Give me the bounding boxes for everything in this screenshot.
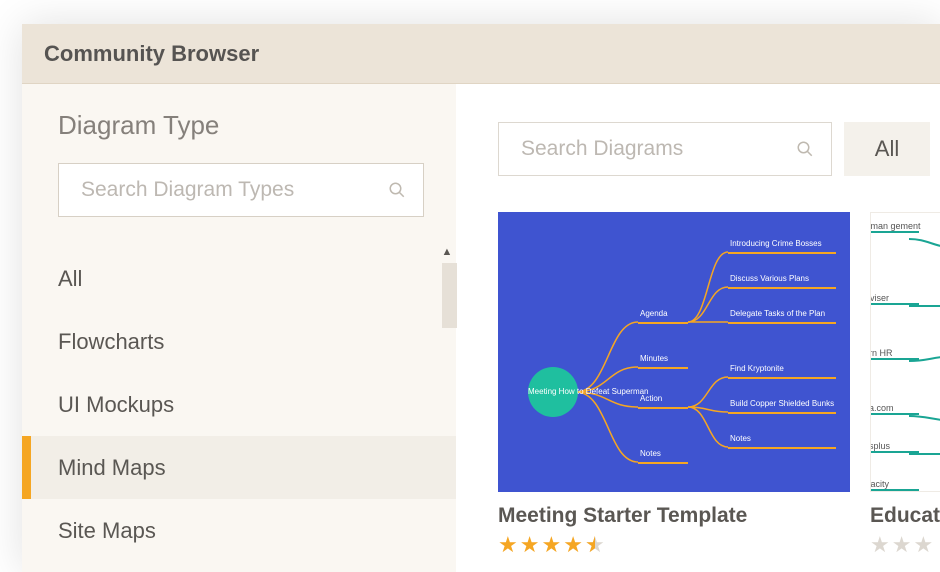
sidebar-heading: Diagram Type xyxy=(58,110,424,141)
template-thumbnail: Human gement Adviser earn HR nda.com tut… xyxy=(870,212,940,492)
main-toolbar: All xyxy=(498,122,940,176)
mindmap-branch-label: Action xyxy=(640,394,662,403)
window-title: Community Browser xyxy=(44,41,259,67)
star-icon: ★ xyxy=(498,534,518,556)
diagram-type-label: Site Maps xyxy=(58,518,156,544)
diagram-type-item-mind-maps[interactable]: Mind Maps xyxy=(22,436,456,499)
mindmap-branch-label: Notes xyxy=(640,449,661,458)
rating-stars: ★ ★ ★ xyxy=(870,534,940,556)
diagram-type-item-ui-mockups[interactable]: UI Mockups xyxy=(22,373,456,436)
mindmap-leaf-label: Delegate Tasks of the Plan xyxy=(730,309,825,318)
sidebar-header: Diagram Type xyxy=(22,84,456,241)
mindmap-leaf-label: Find Kryptonite xyxy=(730,364,784,373)
star-icon: ★ xyxy=(541,534,561,556)
star-icon: ★ xyxy=(870,534,890,556)
template-cards: Meeting How to Defeat Superman Agenda Mi… xyxy=(498,212,940,556)
mindmap-leaf-label: Udacity xyxy=(870,479,919,491)
mindmap-leaf-label: Introducing Crime Bosses xyxy=(730,239,822,248)
mindmap-leaf-label: Notes xyxy=(730,434,751,443)
diagram-type-item-site-maps[interactable]: Site Maps xyxy=(22,499,456,562)
search-icon xyxy=(387,180,407,200)
mindmap-center-label: Meeting How to Defeat Superman xyxy=(528,388,578,397)
window-body: Diagram Type ▲ All xyxy=(22,84,940,572)
mindmap-center-node: Meeting How to Defeat Superman xyxy=(528,367,578,417)
filter-all-button[interactable]: All xyxy=(844,122,930,176)
template-card-meeting-starter[interactable]: Meeting How to Defeat Superman Agenda Mi… xyxy=(498,212,850,556)
template-thumbnail: Meeting How to Defeat Superman Agenda Mi… xyxy=(498,212,850,492)
star-half-icon: ★ xyxy=(585,534,605,556)
diagram-search[interactable] xyxy=(498,122,832,176)
diagram-type-label: Flowcharts xyxy=(58,329,164,355)
star-icon: ★ xyxy=(913,534,933,556)
star-icon: ★ xyxy=(892,534,912,556)
search-icon xyxy=(795,139,815,159)
rating-stars: ★ ★ ★ ★ ★ xyxy=(498,534,850,556)
community-browser-window: Community Browser Diagram Type ▲ xyxy=(22,24,940,572)
mindmap-branch-label: Minutes xyxy=(640,354,668,363)
star-icon: ★ xyxy=(563,534,583,556)
template-title: Educat xyxy=(870,504,940,528)
sidebar: Diagram Type ▲ All xyxy=(22,84,456,572)
filter-button-label: All xyxy=(875,136,899,162)
template-title: Meeting Starter Template xyxy=(498,504,850,528)
diagram-type-label: All xyxy=(58,266,82,292)
titlebar: Community Browser xyxy=(22,24,940,84)
diagram-type-label: Mind Maps xyxy=(58,455,166,481)
diagram-type-item-all[interactable]: All xyxy=(22,247,456,310)
mindmap-leaf-label: Build Copper Shielded Bunks xyxy=(730,399,834,408)
star-icon: ★ xyxy=(520,534,540,556)
diagram-search-input[interactable] xyxy=(521,137,795,161)
template-card-education[interactable]: Human gement Adviser earn HR nda.com tut… xyxy=(870,212,940,556)
diagram-type-list: All Flowcharts UI Mockups Mind Maps Site… xyxy=(22,247,456,562)
diagram-type-item-flowcharts[interactable]: Flowcharts xyxy=(22,310,456,373)
diagram-type-search[interactable] xyxy=(58,163,424,217)
main-area: All xyxy=(456,84,940,572)
diagram-type-list-container: ▲ All Flowcharts UI Mockups Mind Maps xyxy=(22,241,456,572)
mindmap-branch-label: Agenda xyxy=(640,309,668,318)
diagram-type-label: UI Mockups xyxy=(58,392,174,418)
diagram-type-search-input[interactable] xyxy=(81,178,387,202)
mindmap-leaf-label: Discuss Various Plans xyxy=(730,274,809,283)
